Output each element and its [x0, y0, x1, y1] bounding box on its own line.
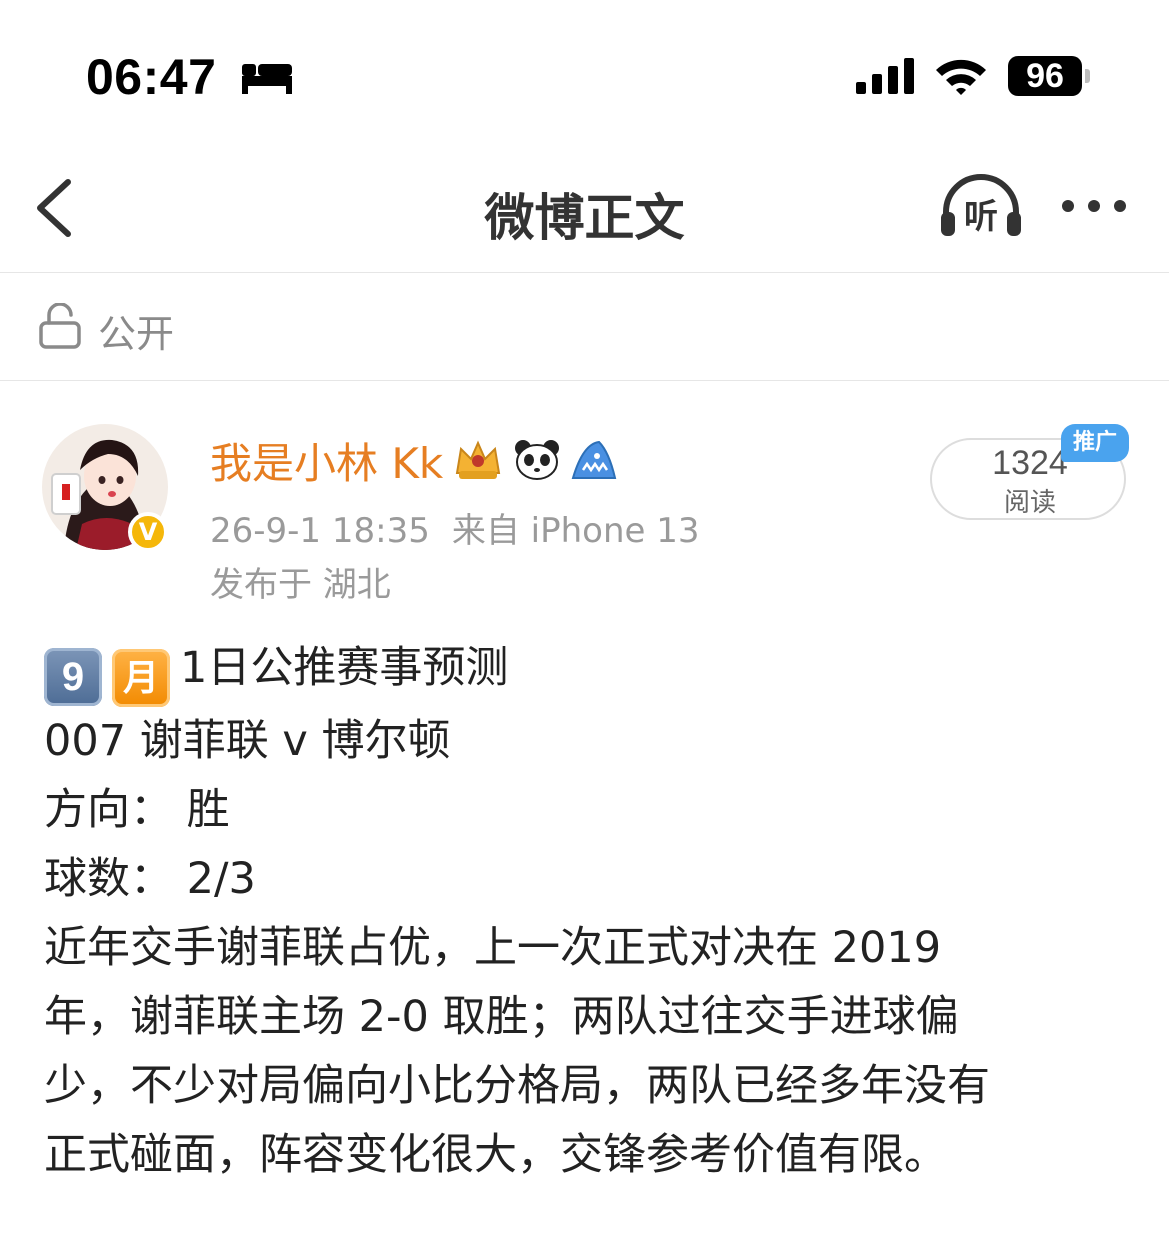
post-date: 26-9-1 18:35	[210, 511, 430, 551]
keycap-nine-icon: 9	[44, 648, 102, 706]
post-meta: 26-9-1 18:35 来自 iPhone 13	[210, 503, 700, 552]
month-emoji-icon: 月	[112, 649, 170, 707]
read-label: 阅读	[1003, 488, 1056, 518]
listen-headphones-icon[interactable]: 听	[938, 172, 1024, 240]
panda-badge-icon[interactable]	[513, 438, 561, 482]
more-dots-icon[interactable]	[1060, 194, 1128, 218]
visibility-label: 公开	[98, 312, 175, 356]
status-time: 06:47	[86, 49, 217, 105]
nav-bar: 微博正文 听	[0, 150, 1169, 273]
post-title-line: 9 月 1日公推赛事预测	[44, 634, 1134, 707]
post-body: 9 月 1日公推赛事预测 007 谢菲联 v 博尔顿 方向： 胜 球数： 2/3 近…	[44, 634, 1134, 1190]
status-bar: 06:47 96	[0, 0, 1169, 150]
wifi-icon	[936, 59, 986, 95]
post-line: 007 谢菲联 v 博尔顿	[44, 716, 451, 766]
weibo-post-page: 06:47 96 微博正文 听 公开 V 我是小林 Kk 26-9-1 18:3…	[0, 0, 1169, 1240]
post-location: 发布于 湖北	[210, 565, 391, 605]
sleep-focus-icon	[242, 64, 292, 94]
listen-label: 听	[964, 197, 998, 237]
post-line: 少，不少对局偏向小比分格局，两队已经多年没有	[44, 1061, 990, 1111]
post-title-text: 1日公推赛事预测	[180, 643, 509, 693]
shark-badge-icon[interactable]	[569, 438, 619, 482]
visibility-row[interactable]: 公开	[0, 273, 1169, 381]
post-line: 年，谢菲联主场 2-0 取胜；两队过往交手进球偏	[44, 992, 959, 1042]
username[interactable]: 我是小林 Kk	[210, 430, 443, 491]
post-line: 球数： 2/3	[44, 854, 256, 904]
post-source: 来自 iPhone 13	[451, 511, 700, 551]
post-line: 正式碰面，阵容变化很大，交锋参考价值有限。	[44, 1130, 947, 1180]
unlock-icon	[39, 303, 81, 349]
post-line: 近年交手谢菲联占优，上一次正式对决在 2019	[44, 923, 942, 973]
battery-cap	[1085, 69, 1090, 83]
verified-badge: V	[128, 512, 168, 552]
battery-indicator: 96	[1008, 56, 1082, 96]
cellular-signal-icon	[856, 58, 914, 94]
username-row: 我是小林 Kk	[210, 432, 619, 488]
post-line: 方向： 胜	[44, 785, 230, 835]
crown-badge-icon[interactable]	[451, 437, 505, 483]
promo-tag: 推广	[1061, 424, 1129, 462]
